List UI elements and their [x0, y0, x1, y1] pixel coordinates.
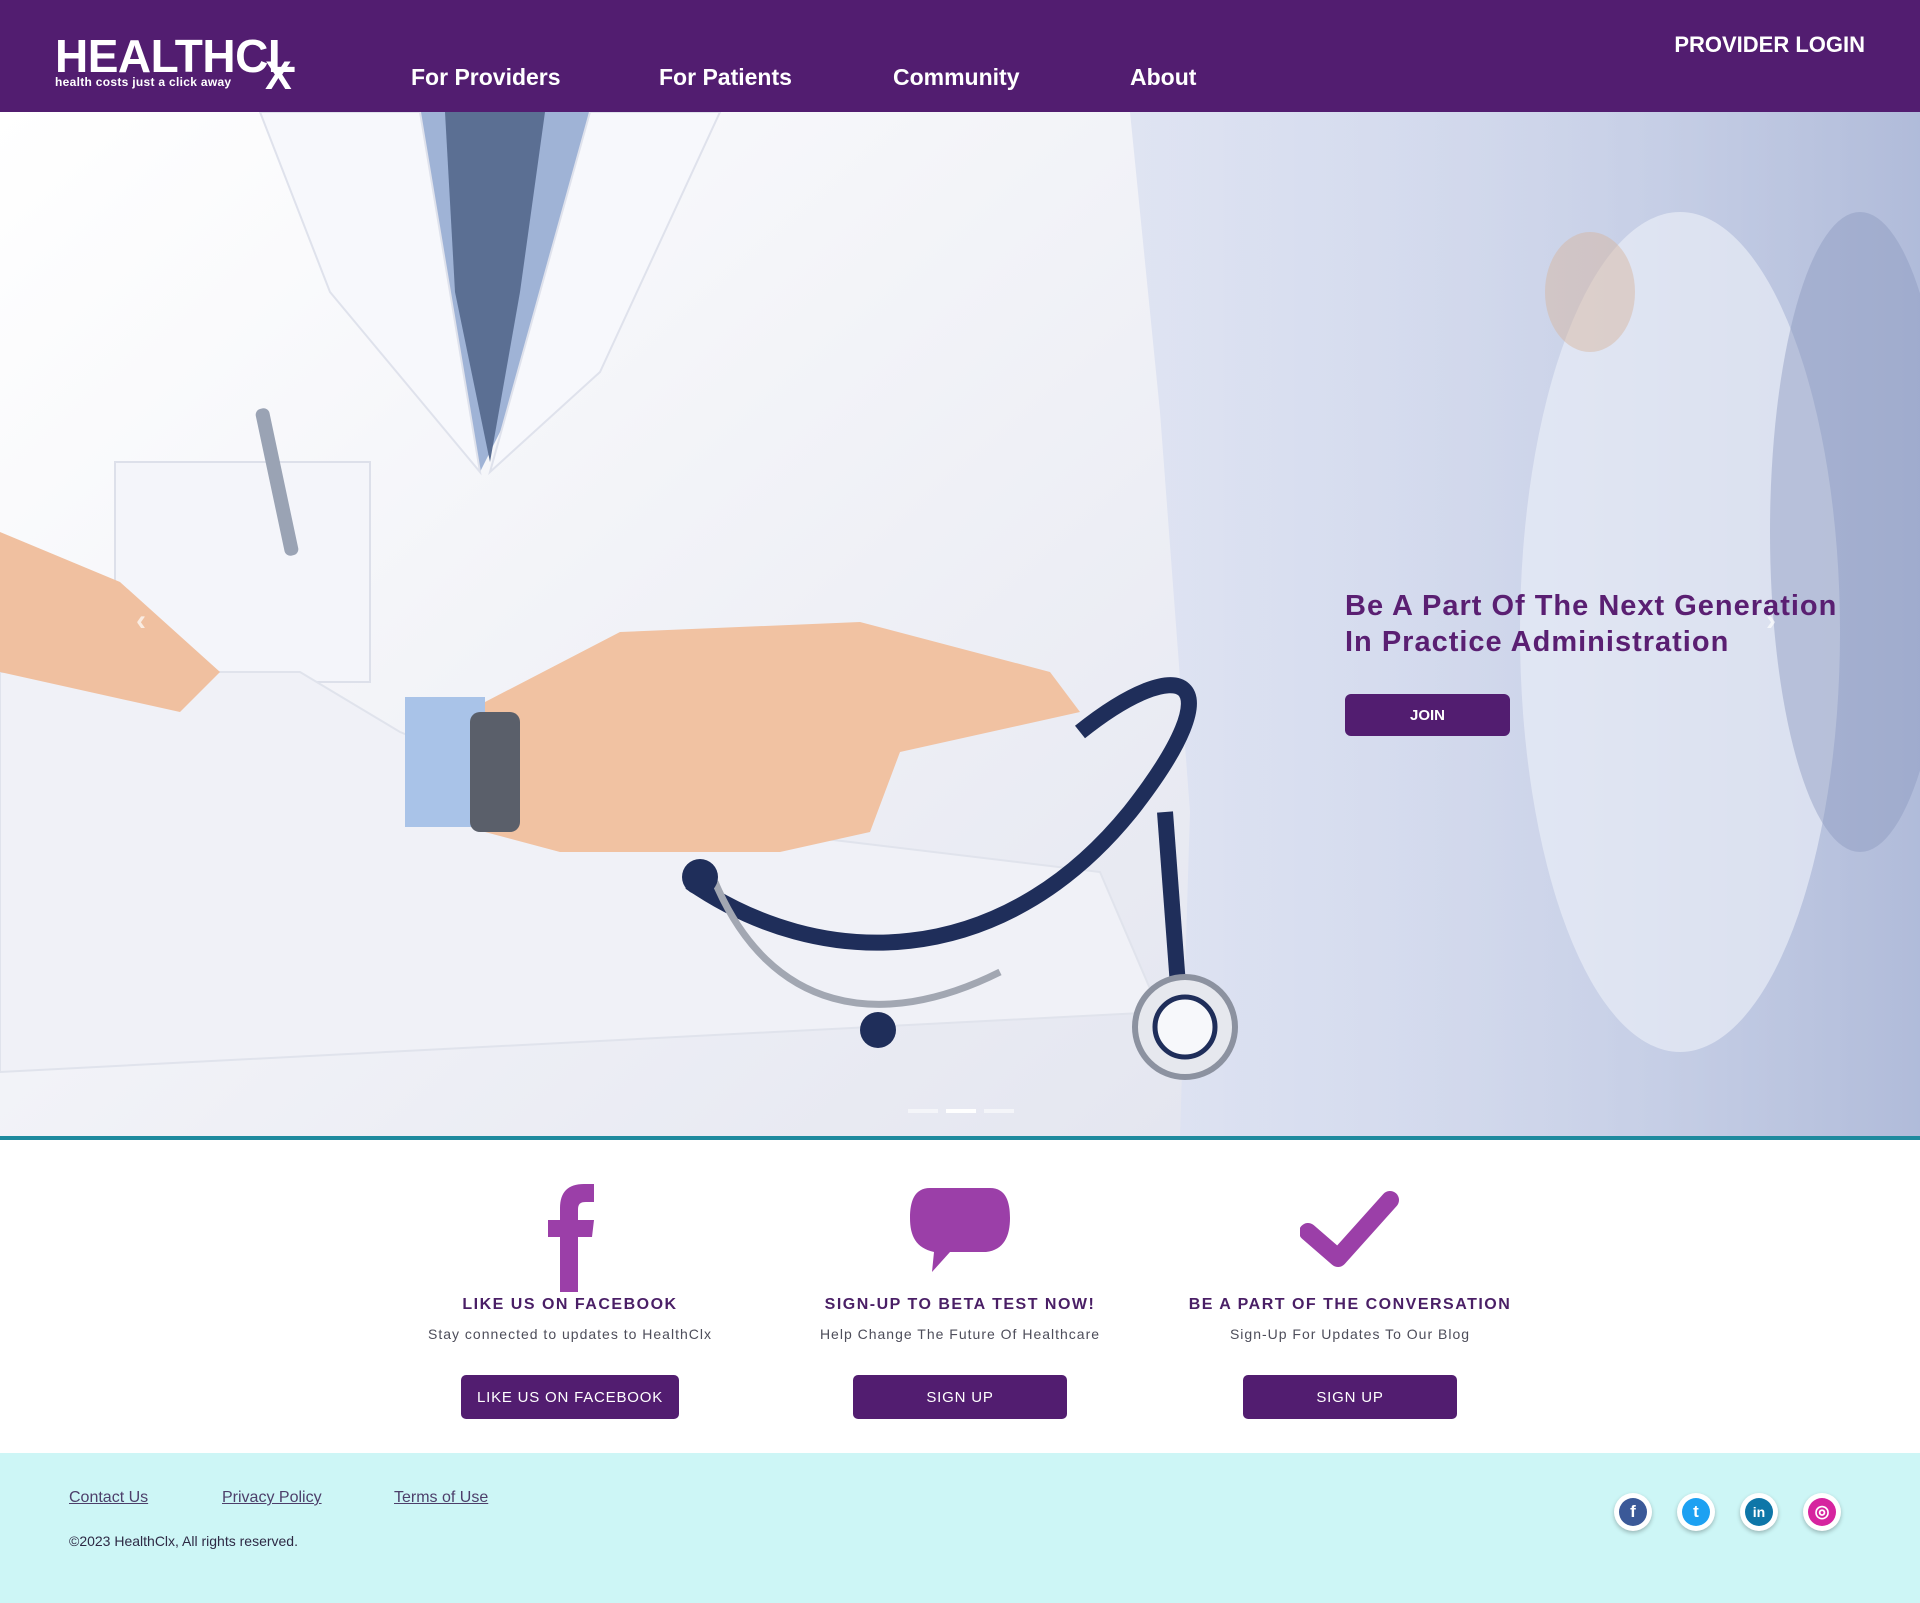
logo-x-mark: X	[265, 54, 292, 98]
checkmark-icon	[1300, 1191, 1399, 1267]
privacy-policy-link[interactable]: Privacy Policy	[222, 1489, 322, 1507]
hero-headline-line2: In Practice Administration	[1345, 626, 1730, 658]
instagram-icon: ◎	[1808, 1498, 1836, 1526]
nav-community[interactable]: Community	[893, 64, 1020, 91]
feature-subtitle: Help Change The Future Of Healthcare	[819, 1326, 1101, 1342]
feature-subtitle: Sign-Up For Updates To Our Blog	[1229, 1326, 1471, 1342]
linkedin-icon: in	[1745, 1498, 1773, 1526]
blog-sign-up-button[interactable]: SIGN UP	[1243, 1375, 1457, 1419]
facebook-social-link[interactable]: f	[1614, 1493, 1652, 1531]
feature-title: LIKE US ON FACEBOOK	[462, 1296, 678, 1313]
feature-title: BE A PART OF THE CONVERSATION	[1188, 1296, 1512, 1313]
contact-us-link[interactable]: Contact Us	[69, 1489, 148, 1507]
features-section: LIKE US ON FACEBOOK Stay connected to up…	[0, 1140, 1920, 1453]
copyright-text: ©2023 HealthClx, All rights reserved.	[69, 1533, 298, 1549]
site-footer: Contact Us Privacy Policy Terms of Use ©…	[0, 1453, 1920, 1603]
twitter-icon: t	[1682, 1498, 1710, 1526]
hero-carousel: ‹ › Be A Part Of The Next Generation In …	[0, 112, 1920, 1136]
nav-for-patients[interactable]: For Patients	[659, 64, 792, 91]
nav-about[interactable]: About	[1130, 64, 1196, 91]
feature-title: SIGN-UP TO BETA TEST NOW!	[824, 1296, 1096, 1313]
hero-headline-line1: Be A Part Of The Next Generation	[1345, 590, 1838, 622]
hero-headline: Be A Part Of The Next Generation In Prac…	[1345, 588, 1865, 660]
linkedin-social-link[interactable]: in	[1740, 1493, 1778, 1531]
facebook-icon	[548, 1184, 594, 1292]
like-us-on-facebook-button[interactable]: LIKE US ON FACEBOOK	[461, 1375, 679, 1419]
provider-login-link[interactable]: PROVIDER LOGIN	[1674, 32, 1865, 58]
facebook-icon: f	[1619, 1498, 1647, 1526]
logo[interactable]: HEALTHCL X health costs just a click awa…	[55, 30, 296, 96]
beta-sign-up-button[interactable]: SIGN UP	[853, 1375, 1067, 1419]
logo-wordmark: HEALTHCL	[55, 30, 296, 82]
carousel-indicator-1[interactable]	[908, 1109, 938, 1113]
instagram-social-link[interactable]: ◎	[1803, 1493, 1841, 1531]
site-header: HEALTHCL X health costs just a click awa…	[0, 0, 1920, 112]
carousel-indicator-2[interactable]	[946, 1109, 976, 1113]
feature-subtitle: Stay connected to updates to HealthClx	[428, 1326, 712, 1342]
carousel-prev-arrow[interactable]: ‹	[136, 604, 146, 638]
nav-for-providers[interactable]: For Providers	[411, 64, 561, 91]
carousel-indicator-3[interactable]	[984, 1109, 1014, 1113]
join-button[interactable]: JOIN	[1345, 694, 1510, 736]
speech-bubble-icon	[910, 1188, 1010, 1272]
twitter-social-link[interactable]: t	[1677, 1493, 1715, 1531]
terms-of-use-link[interactable]: Terms of Use	[394, 1489, 488, 1507]
